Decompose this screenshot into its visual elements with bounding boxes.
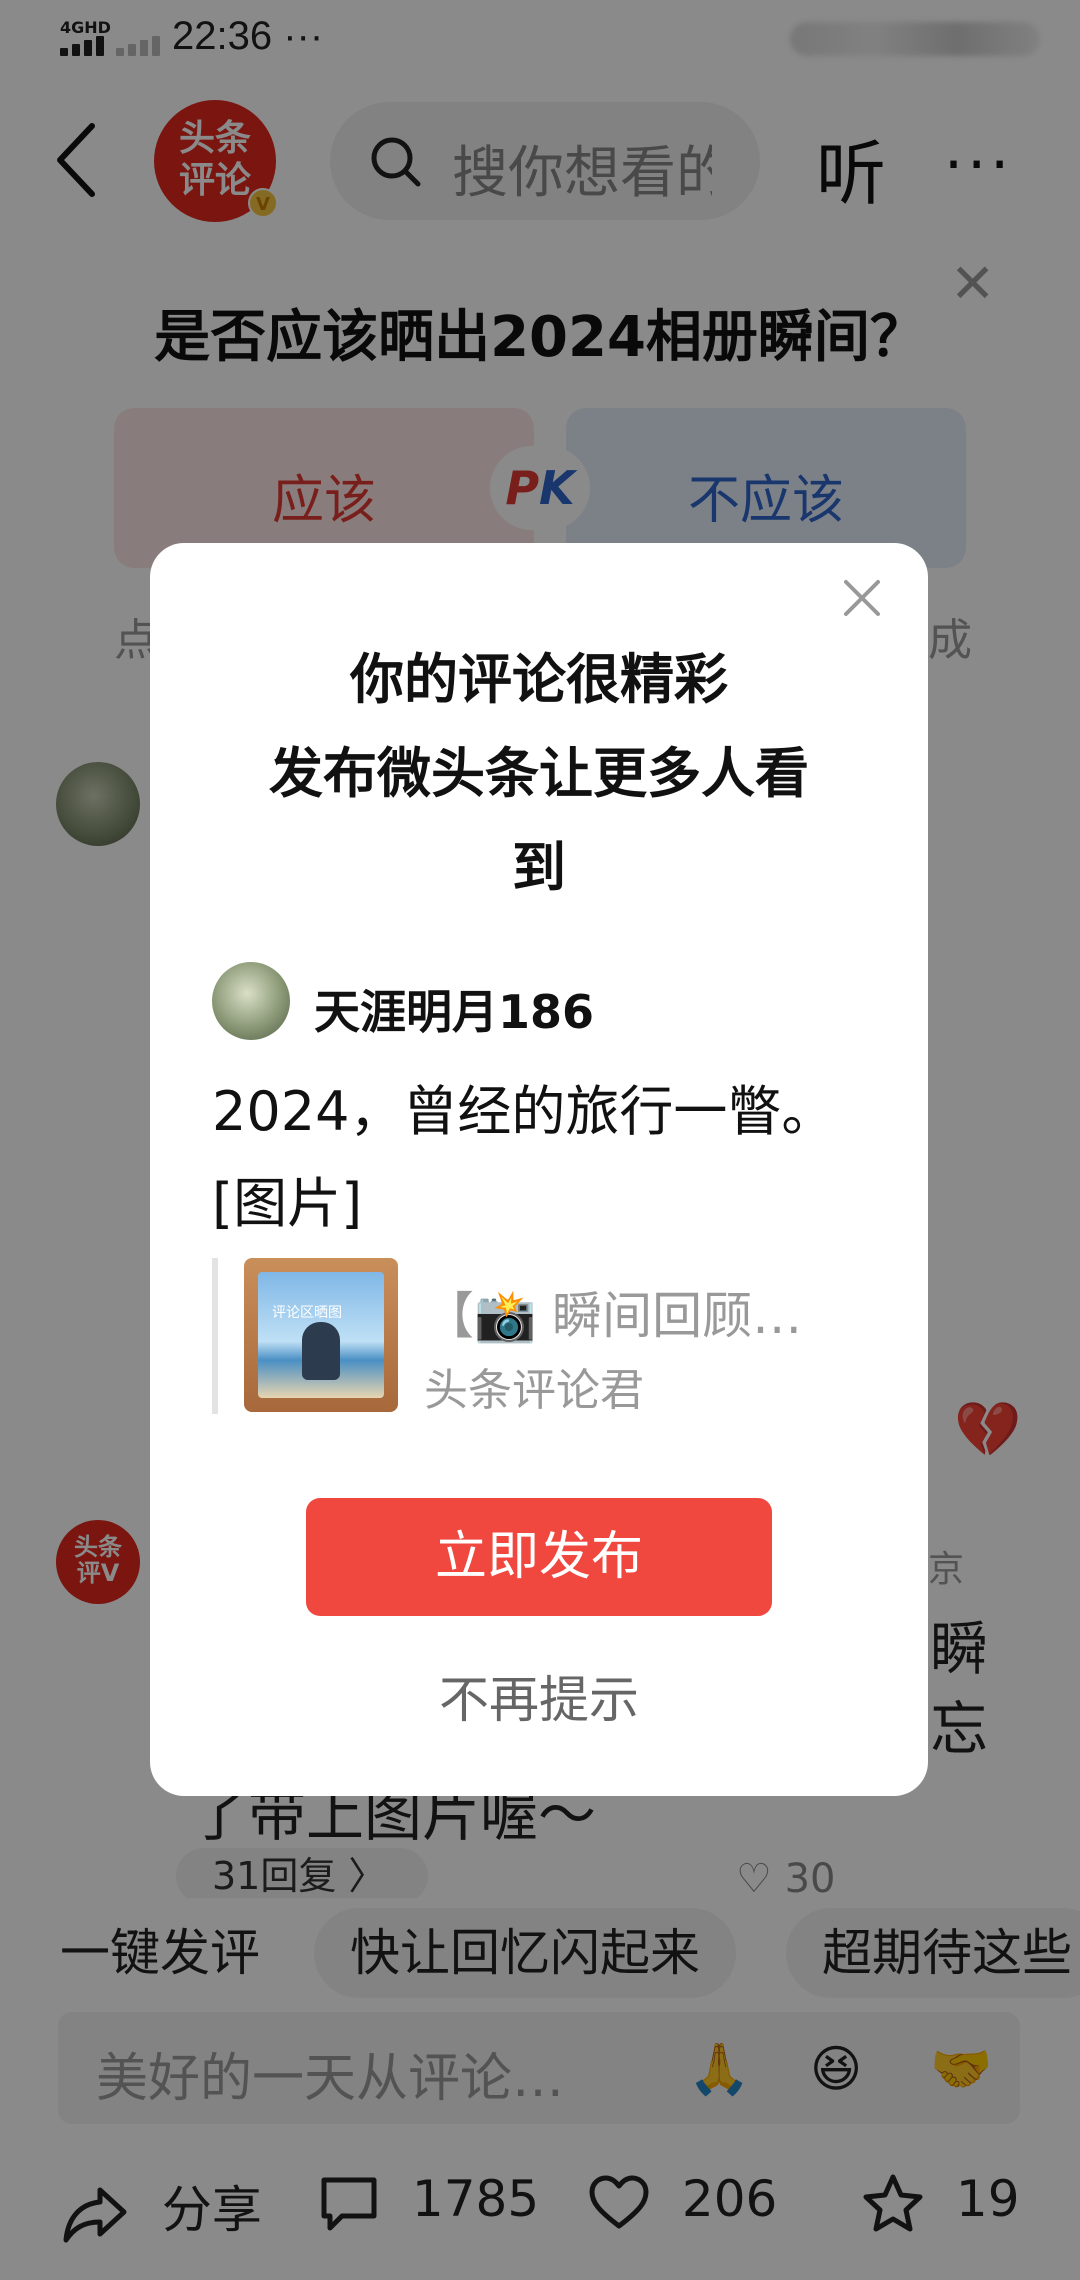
- quote-bar: [212, 1258, 218, 1414]
- dont-remind-button[interactable]: 不再提示: [150, 1660, 928, 1732]
- dialog-title: 你的评论很精彩 发布微头条让更多人看 到: [269, 648, 809, 899]
- share-thumbnail: 评论区晒图: [244, 1258, 398, 1412]
- comment-preview: 2024，曾经的旅行一瞥。 [图片]: [212, 1080, 836, 1235]
- publish-button[interactable]: 立即发布: [306, 1498, 772, 1616]
- user-avatar: [212, 962, 290, 1040]
- share-source: 头条评论君: [424, 1365, 644, 1416]
- user-name: 天涯明月186: [314, 985, 595, 1039]
- share-title: 【📸 瞬间回顾…: [424, 1287, 803, 1345]
- close-icon[interactable]: [836, 572, 888, 624]
